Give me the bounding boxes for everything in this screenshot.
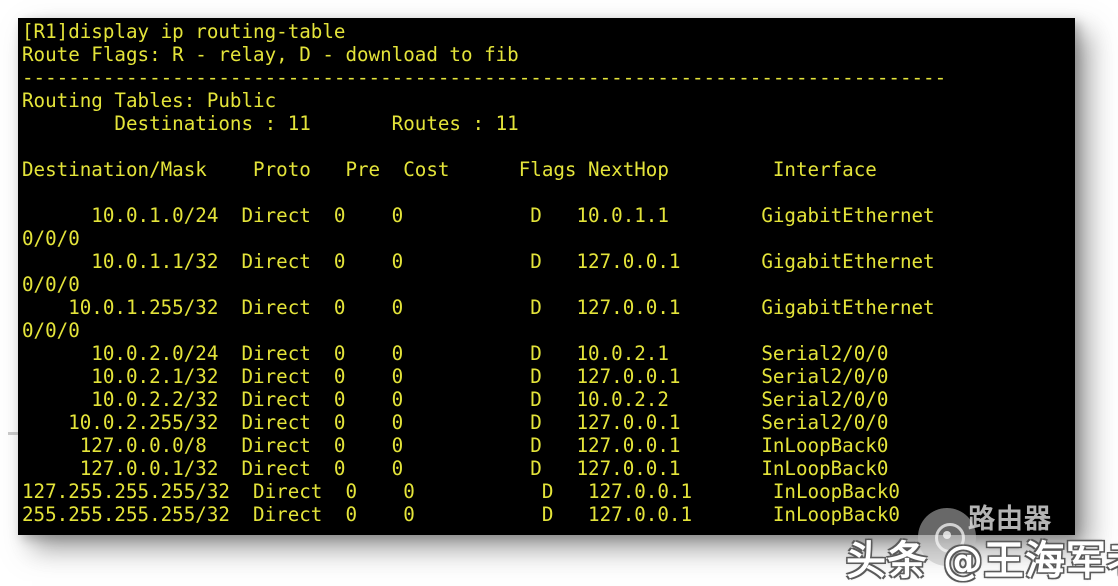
table-row: 127.0.0.1/32 Direct 0 0 D 127.0.0.1 InLo…: [22, 457, 889, 480]
table-row: 127.255.255.255/32 Direct 0 0 D 127.0.0.…: [22, 480, 900, 503]
table-row: 10.0.2.2/32 Direct 0 0 D 10.0.2.2 Serial…: [22, 388, 889, 411]
table-row-wrap: 0/0/0: [22, 227, 80, 250]
route-flags-legend: Route Flags: R - relay, D - download to …: [22, 43, 519, 66]
table-row: 10.0.1.0/24 Direct 0 0 D 10.0.1.1 Gigabi…: [22, 204, 935, 227]
routing-tables-label: Routing Tables: Public: [22, 89, 277, 112]
table-row: 10.0.1.1/32 Direct 0 0 D 127.0.0.1 Gigab…: [22, 250, 935, 273]
table-row-wrap: 0/0/0: [22, 273, 80, 296]
table-row: 10.0.1.255/32 Direct 0 0 D 127.0.0.1 Gig…: [22, 296, 935, 319]
table-row: 127.0.0.0/8 Direct 0 0 D 127.0.0.1 InLoo…: [22, 434, 889, 457]
table-row: 10.0.2.255/32 Direct 0 0 D 127.0.0.1 Ser…: [22, 411, 889, 434]
separator-rule: ----------------------------------------…: [22, 66, 947, 89]
edge-artifact: [8, 432, 18, 435]
table-row-wrap: 0/0/0: [22, 319, 80, 342]
terminal-window[interactable]: [R1]display ip routing-table Route Flags…: [18, 18, 1075, 535]
routing-summary: Destinations : 11 Routes : 11: [22, 112, 519, 135]
table-row: 255.255.255.255/32 Direct 0 0 D 127.0.0.…: [22, 503, 900, 526]
table-column-header: Destination/Mask Proto Pre Cost Flags Ne…: [22, 158, 877, 181]
table-row: 10.0.2.0/24 Direct 0 0 D 10.0.2.1 Serial…: [22, 342, 889, 365]
watermark-author-label: 头条 @王海军老师: [846, 538, 1118, 584]
table-row: 10.0.2.1/32 Direct 0 0 D 127.0.0.1 Seria…: [22, 365, 889, 388]
terminal-prompt-line: [R1]display ip routing-table: [22, 20, 346, 43]
